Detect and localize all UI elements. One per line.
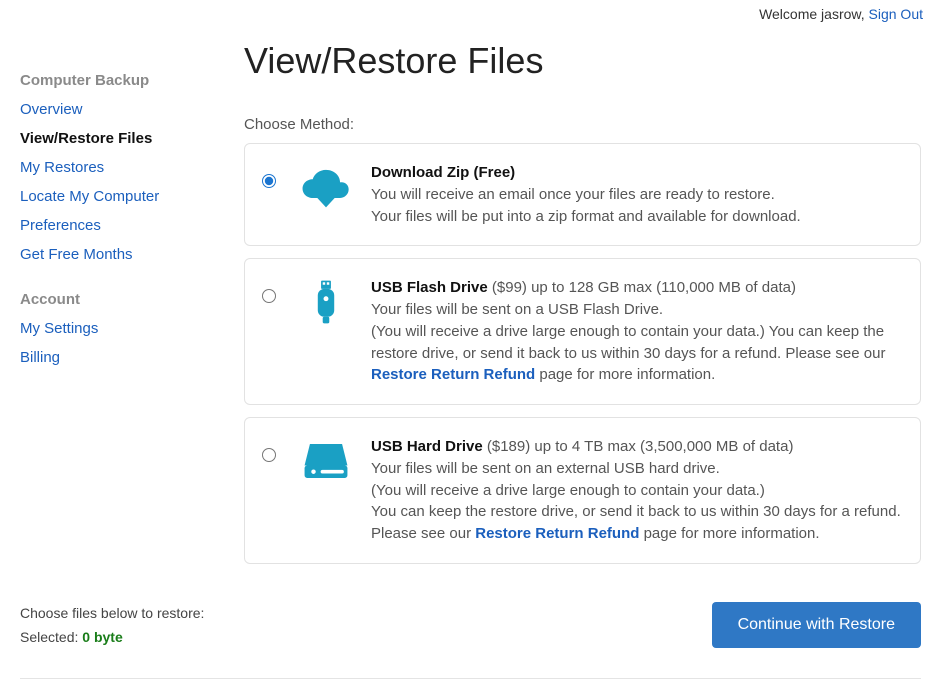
sidebar-item-my-restores[interactable]: My Restores: [20, 159, 104, 176]
choose-files-label: Choose files below to restore:: [20, 605, 204, 621]
radio-flash[interactable]: [262, 289, 276, 303]
sidebar-item-my-settings[interactable]: My Settings: [20, 320, 98, 337]
cloud-download-icon: [299, 162, 353, 210]
radio-zip[interactable]: [262, 174, 276, 188]
option-zip-line2: Your files will be put into a zip format…: [371, 206, 902, 228]
option-hdd[interactable]: USB Hard Drive ($189) up to 4 TB max (3,…: [244, 417, 921, 564]
refund-link-hdd[interactable]: Restore Return Refund: [475, 525, 639, 542]
usb-flash-icon: [299, 277, 353, 325]
option-flash-title: USB Flash Drive: [371, 279, 488, 296]
option-zip-line1: You will receive an email once your file…: [371, 184, 902, 206]
continue-button[interactable]: Continue with Restore: [712, 602, 921, 648]
divider: [20, 678, 921, 679]
selected-value: 0 byte: [82, 629, 122, 645]
option-zip[interactable]: Download Zip (Free) You will receive an …: [244, 143, 921, 246]
sign-out-link[interactable]: Sign Out: [869, 6, 923, 22]
sidebar-item-overview[interactable]: Overview: [20, 101, 83, 118]
sidebar-item-locate-computer[interactable]: Locate My Computer: [20, 188, 159, 205]
option-hdd-line3b: page for more information.: [639, 525, 819, 542]
option-flash-title-extra: ($99) up to 128 GB max (110,000 MB of da…: [488, 279, 796, 296]
selected-label: Selected:: [20, 629, 82, 645]
sidebar-heading-backup: Computer Backup: [20, 72, 220, 89]
option-flash-line2b: page for more information.: [535, 366, 715, 383]
option-hdd-title: USB Hard Drive: [371, 438, 483, 455]
choose-method-label: Choose Method:: [244, 116, 921, 133]
sidebar-item-billing[interactable]: Billing: [20, 349, 60, 366]
header-user-area: Welcome jasrow, Sign Out: [0, 0, 941, 22]
option-flash-line1: Your files will be sent on a USB Flash D…: [371, 299, 902, 321]
option-hdd-title-extra: ($189) up to 4 TB max (3,500,000 MB of d…: [483, 438, 794, 455]
sidebar-heading-account: Account: [20, 291, 220, 308]
option-zip-title: Download Zip (Free): [371, 164, 515, 181]
page-title: View/Restore Files: [244, 40, 921, 82]
sidebar-item-preferences[interactable]: Preferences: [20, 217, 101, 234]
sidebar-item-view-restore[interactable]: View/Restore Files: [20, 130, 152, 147]
main-content: View/Restore Files Choose Method: Downlo…: [220, 22, 921, 576]
radio-hdd[interactable]: [262, 448, 276, 462]
sidebar: Computer Backup Overview View/Restore Fi…: [20, 22, 220, 576]
option-flash[interactable]: USB Flash Drive ($99) up to 128 GB max (…: [244, 258, 921, 405]
option-hdd-line1: Your files will be sent on an external U…: [371, 458, 902, 480]
option-hdd-line2: (You will receive a drive large enough t…: [371, 480, 902, 502]
hard-drive-icon: [299, 436, 353, 484]
welcome-text: Welcome jasrow,: [759, 6, 868, 22]
option-flash-line2a: (You will receive a drive large enough t…: [371, 323, 885, 362]
sidebar-item-free-months[interactable]: Get Free Months: [20, 246, 133, 263]
refund-link-flash[interactable]: Restore Return Refund: [371, 366, 535, 383]
